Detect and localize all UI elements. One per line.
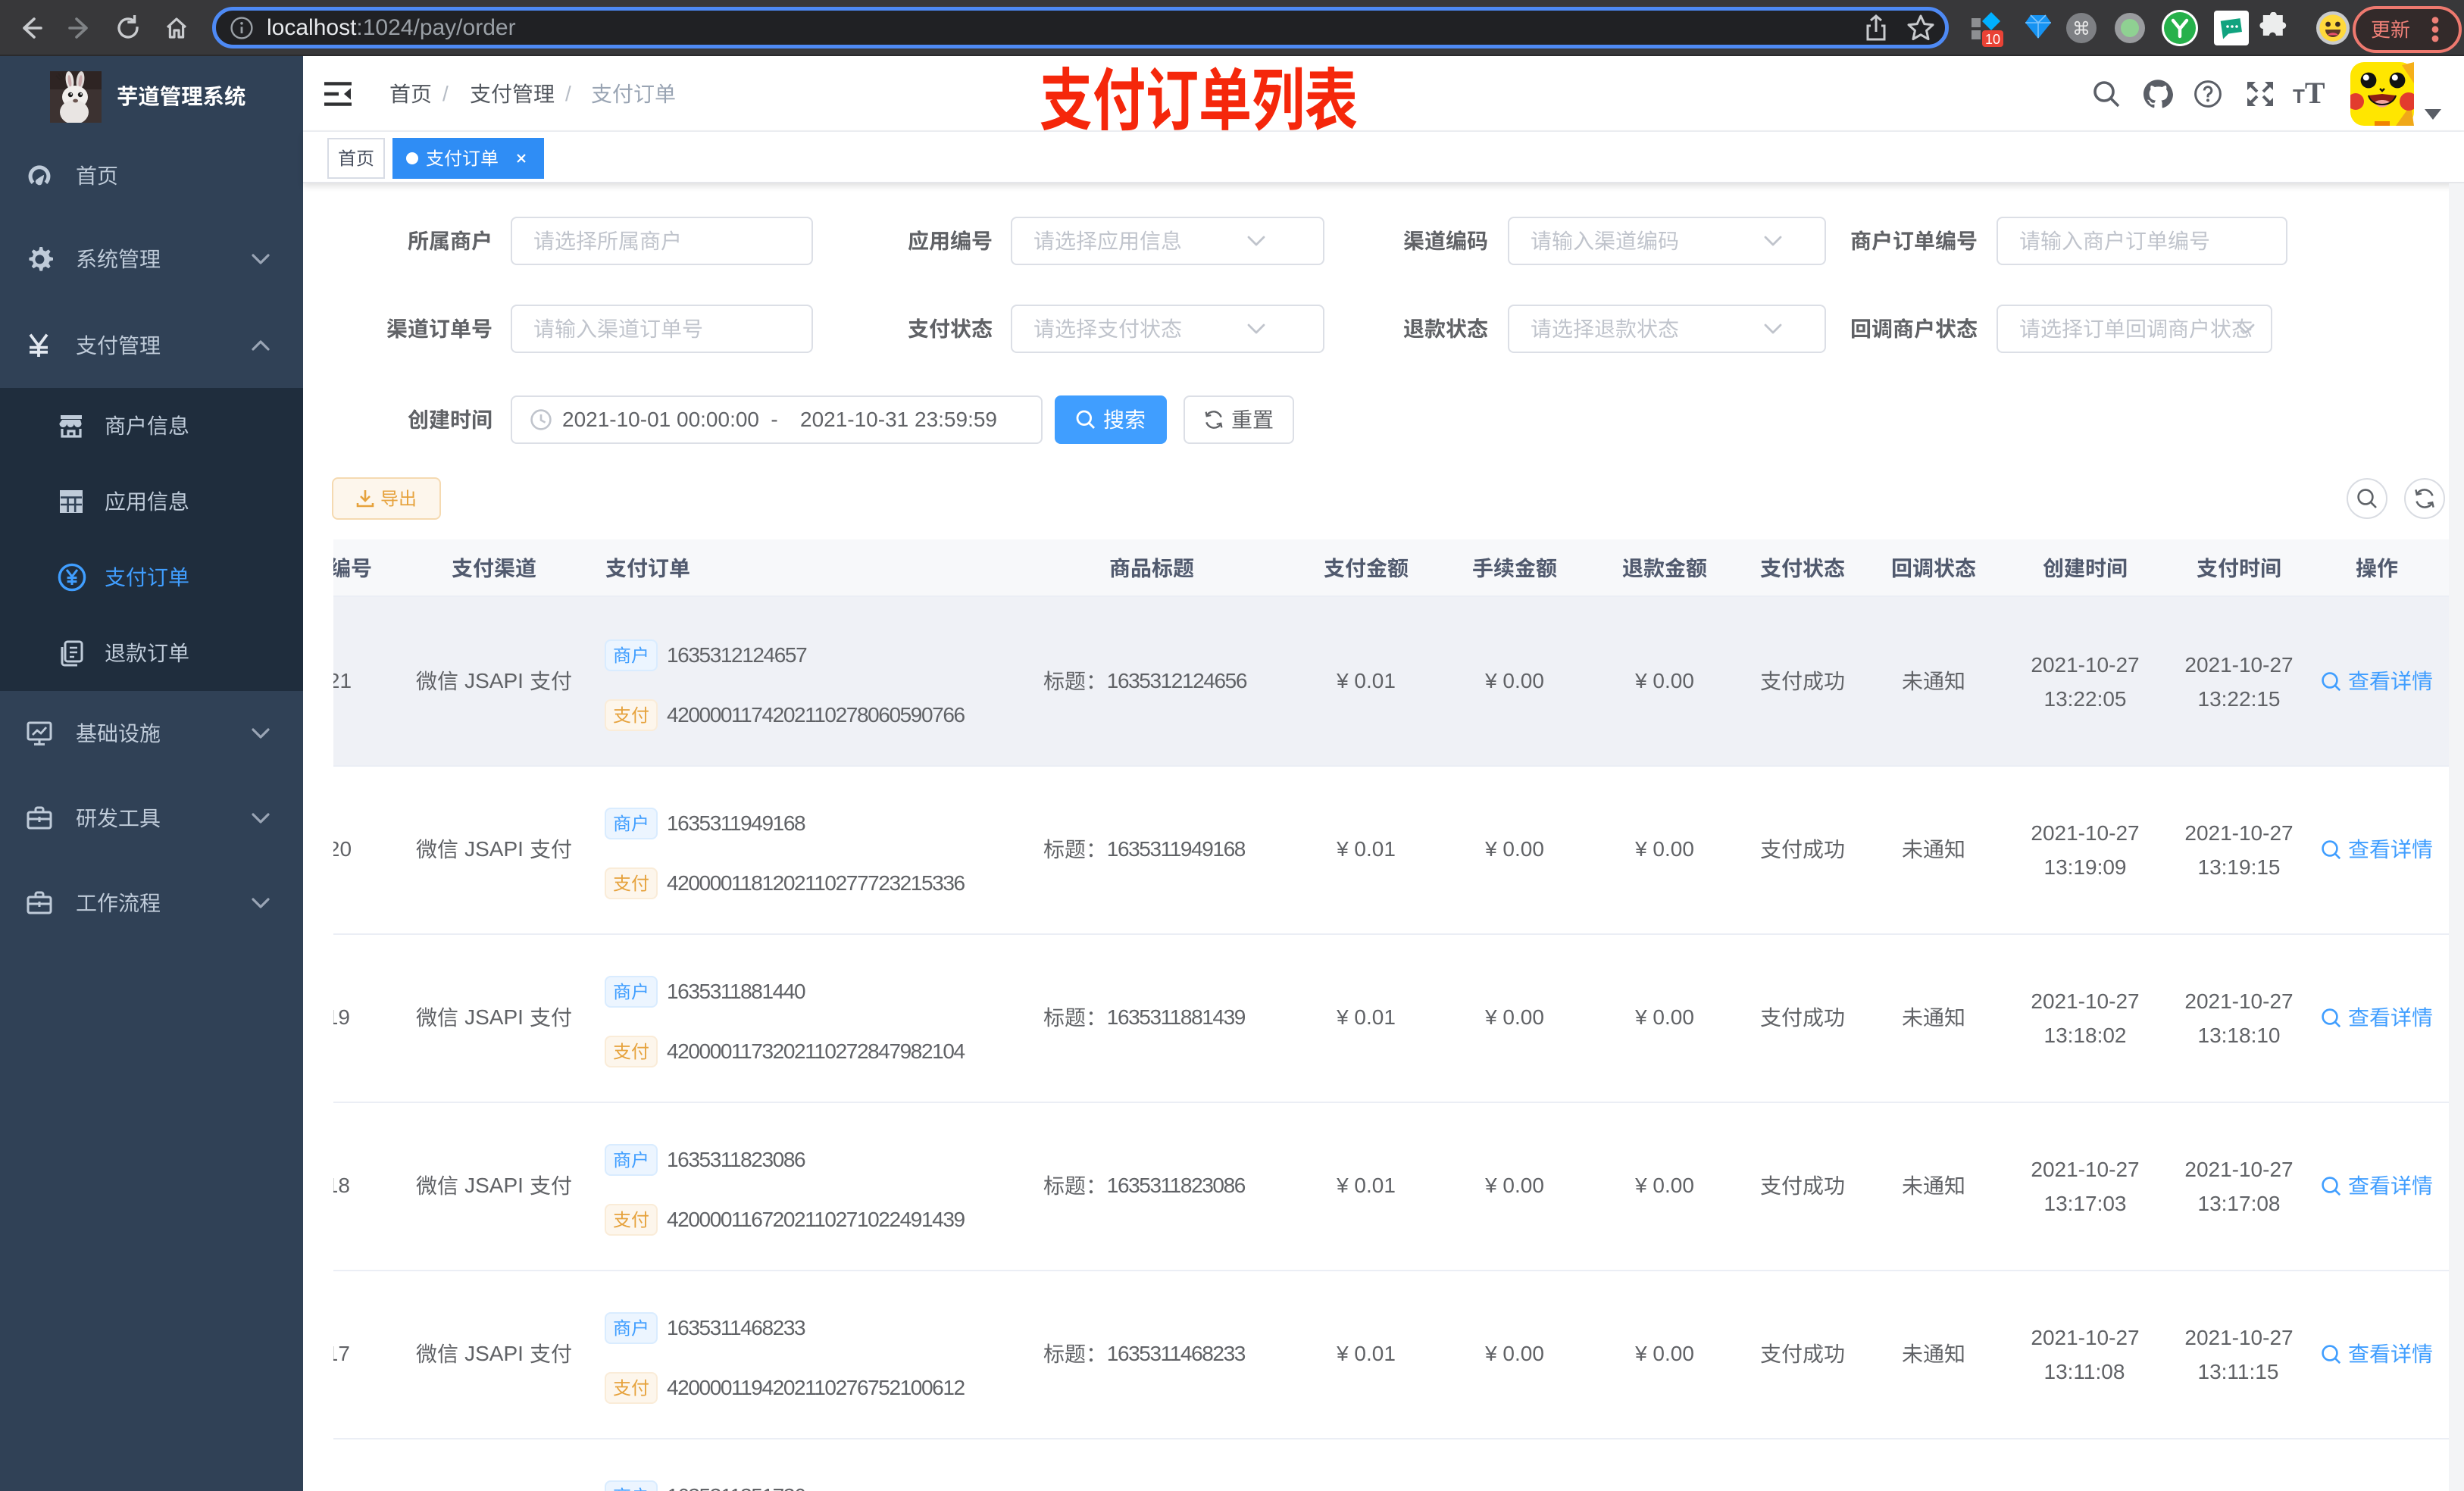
svg-text:10: 10 [1985, 32, 2000, 47]
svg-text:⌘: ⌘ [2072, 19, 2090, 39]
